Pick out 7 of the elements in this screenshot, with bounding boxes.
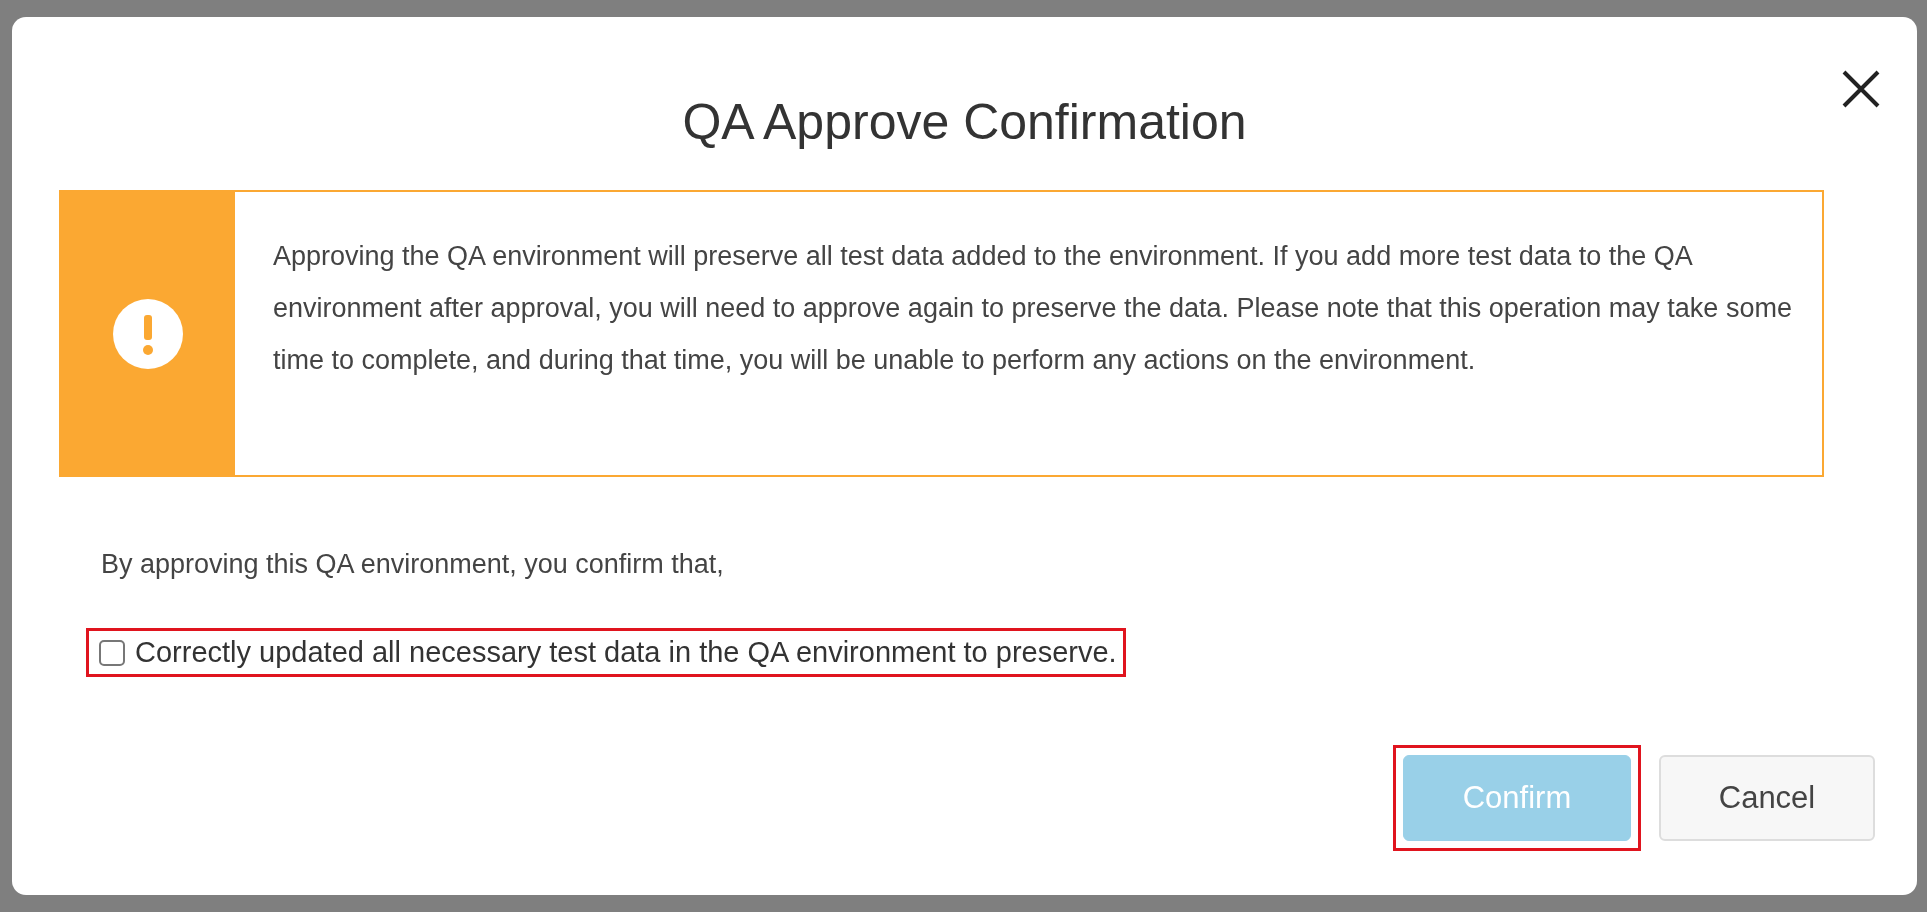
cancel-button[interactable]: Cancel: [1659, 755, 1875, 841]
intro-text: By approving this QA environment, you confirm that,: [100, 548, 725, 580]
close-icon: [1841, 69, 1881, 109]
dialog-title: QA Approve Confirmation: [682, 93, 1247, 152]
alert-message: Approving the QA environment will preserve all test data added to the environment. If you add more test data to the QA environment after approval, you will need to approve again to preserve the data. Please note that this operation may take some time to complete, and during that time, you will be unable to perform any actions on the environment.: [272, 240, 1793, 377]
exclamation-icon: [113, 298, 183, 369]
checkbox[interactable]: [99, 639, 125, 666]
